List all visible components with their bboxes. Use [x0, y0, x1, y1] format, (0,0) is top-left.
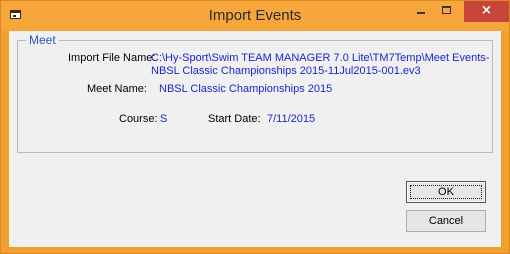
cancel-button[interactable]: Cancel	[406, 210, 486, 232]
import-file-name-label: Import File Name:	[68, 52, 156, 64]
maximize-icon	[442, 6, 451, 14]
close-button[interactable]: ×	[464, 1, 509, 22]
title-bar[interactable]: Import Events ×	[1, 1, 509, 31]
focus-rectangle	[410, 185, 482, 199]
meet-groupbox: Meet Import File Name: C:\Hy-Sport\Swim …	[17, 33, 493, 153]
meet-name-label: Meet Name:	[87, 83, 147, 95]
ok-button[interactable]: OK	[406, 181, 486, 203]
course-label: Course:	[119, 113, 158, 125]
course-value: S	[160, 113, 168, 125]
app-window-icon[interactable]	[10, 10, 21, 19]
cancel-button-label: Cancel	[428, 215, 464, 227]
meet-name-value: NBSL Classic Championships 2015	[159, 83, 333, 95]
minimize-icon	[417, 12, 425, 14]
minimize-button[interactable]	[408, 1, 434, 21]
maximize-button[interactable]	[434, 1, 460, 21]
dialog-body: Meet Import File Name: C:\Hy-Sport\Swim …	[9, 31, 501, 247]
close-icon: ×	[481, 3, 492, 18]
import-events-window: Import Events × Meet Import File Name: C…	[0, 0, 510, 254]
start-date-value: 7/11/2015	[267, 113, 316, 125]
start-date-label: Start Date:	[208, 113, 261, 125]
import-file-name-value: C:\Hy-Sport\Swim TEAM MANAGER 7.0 Lite\T…	[151, 52, 490, 77]
meet-group-label: Meet	[26, 33, 59, 47]
